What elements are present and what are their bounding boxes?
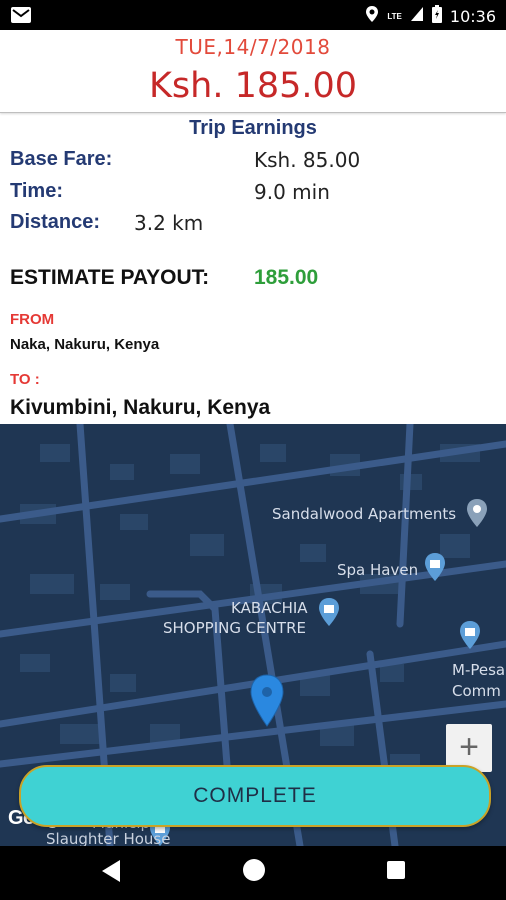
place-label[interactable]: Spa Haven — [337, 561, 418, 579]
navigation-bar — [0, 846, 506, 900]
trip-header: TUE,14/7/2018 Ksh. 185.00 — [0, 30, 506, 113]
network-type: LTE — [387, 12, 402, 21]
status-bar: LTE 10:36 — [0, 0, 506, 30]
place-label[interactable]: SHOPPING CENTRE — [163, 619, 306, 637]
estimate-payout-label: ESTIMATE PAYOUT: — [10, 266, 210, 289]
place-label[interactable]: Slaughter House — [46, 830, 170, 846]
time-value: 9.0 min — [254, 180, 330, 204]
distance-label: Distance: — [10, 211, 101, 233]
back-icon[interactable] — [100, 858, 122, 889]
distance-value: 3.2 km — [134, 211, 204, 235]
place-label[interactable]: Comm — [452, 682, 501, 700]
shopping-pin-icon[interactable] — [423, 552, 447, 587]
base-fare-value: Ksh. 85.00 — [254, 148, 361, 172]
clock: 10:36 — [449, 7, 496, 26]
time-label: Time: — [10, 180, 63, 202]
base-fare-label: Base Fare: — [10, 148, 113, 170]
complete-button[interactable]: COMPLETE — [19, 765, 491, 827]
place-label[interactable]: M-Pesa — [452, 661, 505, 679]
place-pin-icon[interactable] — [465, 498, 489, 533]
trip-date: TUE,14/7/2018 — [175, 35, 331, 59]
battery-icon — [431, 5, 442, 28]
recents-icon[interactable] — [386, 860, 406, 885]
trip-amount: Ksh. 185.00 — [148, 66, 358, 106]
place-label[interactable]: Sandalwood Apartments — [272, 505, 456, 523]
to-label: TO : — [10, 371, 40, 388]
place-label[interactable]: KABACHIA — [231, 599, 308, 617]
trip-earnings-title: Trip Earnings — [189, 117, 317, 139]
location-icon — [365, 5, 379, 28]
to-address: Kivumbini, Nakuru, Kenya — [10, 396, 271, 419]
location-marker-icon[interactable] — [249, 674, 285, 733]
signal-icon — [410, 6, 424, 27]
from-address: Naka, Nakuru, Kenya — [10, 336, 160, 353]
estimate-payout-value: 185.00 — [254, 266, 319, 289]
from-label: FROM — [10, 311, 55, 328]
shopping-pin-icon[interactable] — [458, 620, 482, 655]
home-icon[interactable] — [242, 858, 266, 887]
gmail-icon — [10, 6, 32, 29]
shopping-pin-icon[interactable] — [317, 597, 341, 632]
